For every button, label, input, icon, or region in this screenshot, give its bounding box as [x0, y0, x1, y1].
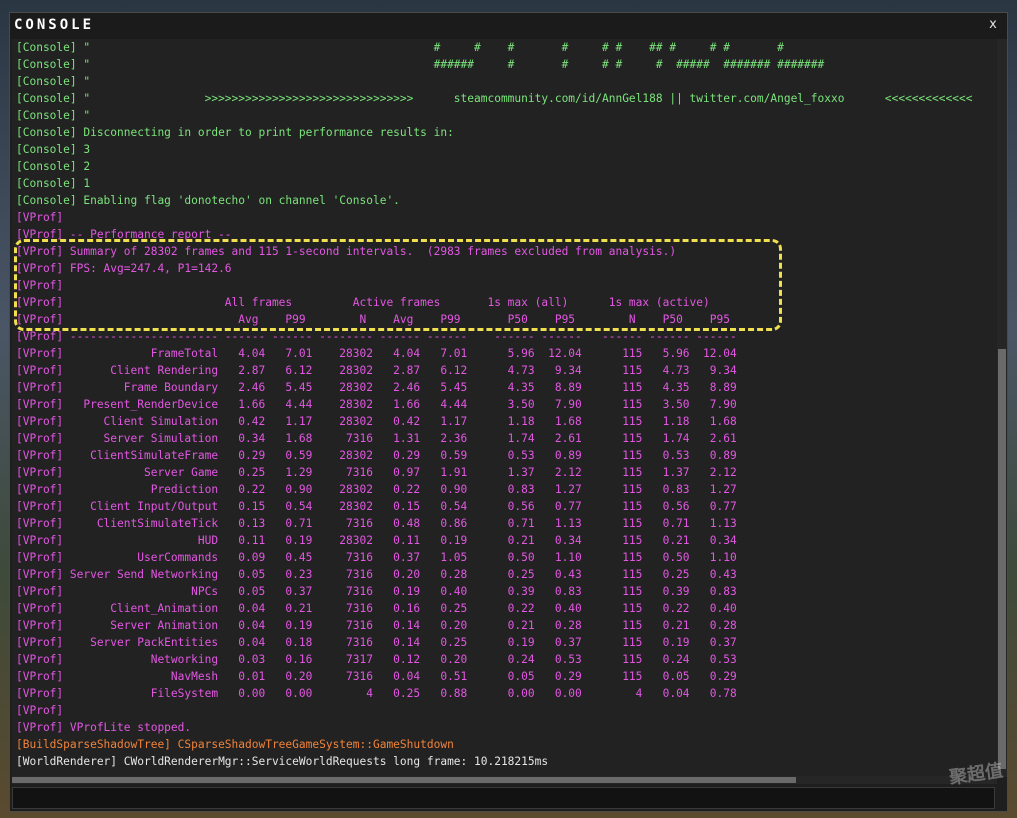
- log-line-console: [Console] Disconnecting in order to prin…: [16, 126, 454, 139]
- log-line-vprof: [VProf] VProfLite stopped.: [16, 721, 192, 734]
- log-line-vprof: [VProf]: [16, 704, 64, 717]
- vertical-scrollbar[interactable]: [997, 39, 1007, 777]
- log-line-vprof: [VProf] Client Input/Output 0.15 0.54 28…: [16, 500, 737, 513]
- log-line-build: [BuildSparseShadowTree] CSparseShadowTre…: [16, 738, 454, 751]
- log-line-vprof: [VProf] UserCommands 0.09 0.45 7316 0.37…: [16, 551, 737, 564]
- log-line-vprof: [VProf] Server Send Networking 0.05 0.23…: [16, 568, 737, 581]
- log-line-console: [Console] " >>>>>>>>>>>>>>>>>>>>>>>>>>>>…: [16, 92, 973, 105]
- log-line-vprof: [VProf] NPCs 0.05 0.37 7316 0.19 0.40 0.…: [16, 585, 737, 598]
- log-line-vprof: [VProf] Server Animation 0.04 0.19 7316 …: [16, 619, 737, 632]
- log-line-console: [Console] " # # # # # # ## # # # #: [16, 41, 784, 54]
- window-title: CONSOLE: [14, 17, 95, 33]
- log-line-vprof: [VProf] NavMesh 0.01 0.20 7316 0.04 0.51…: [16, 670, 737, 683]
- log-line-vprof: [VProf] Avg P99 N Avg P99 P50 P95 N P50 …: [16, 313, 730, 326]
- log-line-vprof: [VProf] Frame Boundary 2.46 5.45 28302 2…: [16, 381, 737, 394]
- log-line-vprof: [VProf] -- Performance report --: [16, 228, 232, 241]
- log-line-vprof: [VProf] Server PackEntities 0.04 0.18 73…: [16, 636, 737, 649]
- log-lines: [Console] " # # # # # # ## # # # # [Conso…: [16, 39, 997, 770]
- log-line-console: [Console] " ###### # # # # # ##### #####…: [16, 58, 825, 71]
- vertical-scrollbar-thumb[interactable]: [998, 349, 1006, 769]
- log-line-console: [Console] ": [16, 109, 91, 122]
- log-line-console: [Console] 2: [16, 160, 91, 173]
- log-line-console: [Console] ": [16, 75, 91, 88]
- log-line-vprof: [VProf] Summary of 28302 frames and 115 …: [16, 245, 677, 258]
- log-line-vprof: [VProf] Server Simulation 0.34 1.68 7316…: [16, 432, 737, 445]
- log-line-vprof: [VProf]: [16, 211, 64, 224]
- title-bar[interactable]: CONSOLE x: [10, 13, 1007, 39]
- close-button[interactable]: x: [985, 16, 1001, 34]
- log-line-vprof: [VProf] Client Simulation 0.42 1.17 2830…: [16, 415, 737, 428]
- log-line-vprof: [VProf] FileSystem 0.00 0.00 4 0.25 0.88…: [16, 687, 737, 700]
- horizontal-scrollbar[interactable]: [12, 776, 997, 784]
- log-line-vprof: [VProf] Present_RenderDevice 1.66 4.44 2…: [16, 398, 737, 411]
- log-line-vprof: [VProf] HUD 0.11 0.19 28302 0.11 0.19 0.…: [16, 534, 737, 547]
- log-line-console: [Console] Enabling flag 'donotecho' on c…: [16, 194, 400, 207]
- log-line-world: [WorldRenderer] CWorldRendererMgr::Servi…: [16, 755, 549, 768]
- log-line-vprof: [VProf] ---------------------- ------ --…: [16, 330, 737, 343]
- horizontal-scrollbar-thumb[interactable]: [12, 777, 796, 783]
- console-window: CONSOLE x [Console] " # # # # # # ## # #…: [9, 12, 1008, 812]
- log-line-console: [Console] 1: [16, 177, 91, 190]
- log-line-console: [Console] 3: [16, 143, 91, 156]
- command-input[interactable]: [12, 787, 995, 809]
- log-line-vprof: [VProf] Networking 0.03 0.16 7317 0.12 0…: [16, 653, 737, 666]
- log-output[interactable]: [Console] " # # # # # # ## # # # # [Conso…: [12, 39, 997, 777]
- log-line-vprof: [VProf] FrameTotal 4.04 7.01 28302 4.04 …: [16, 347, 737, 360]
- log-line-vprof: [VProf] FPS: Avg=247.4, P1=142.6: [16, 262, 232, 275]
- log-line-vprof: [VProf]: [16, 279, 64, 292]
- log-line-vprof: [VProf] Server Game 0.25 1.29 7316 0.97 …: [16, 466, 737, 479]
- log-line-vprof: [VProf] Prediction 0.22 0.90 28302 0.22 …: [16, 483, 737, 496]
- log-line-vprof: [VProf] ClientSimulateFrame 0.29 0.59 28…: [16, 449, 737, 462]
- log-line-vprof: [VProf] Client_Animation 0.04 0.21 7316 …: [16, 602, 737, 615]
- log-line-vprof: [VProf] ClientSimulateTick 0.13 0.71 731…: [16, 517, 737, 530]
- log-line-vprof: [VProf] Client Rendering 2.87 6.12 28302…: [16, 364, 737, 377]
- log-line-vprof: [VProf] All frames Active frames 1s max …: [16, 296, 710, 309]
